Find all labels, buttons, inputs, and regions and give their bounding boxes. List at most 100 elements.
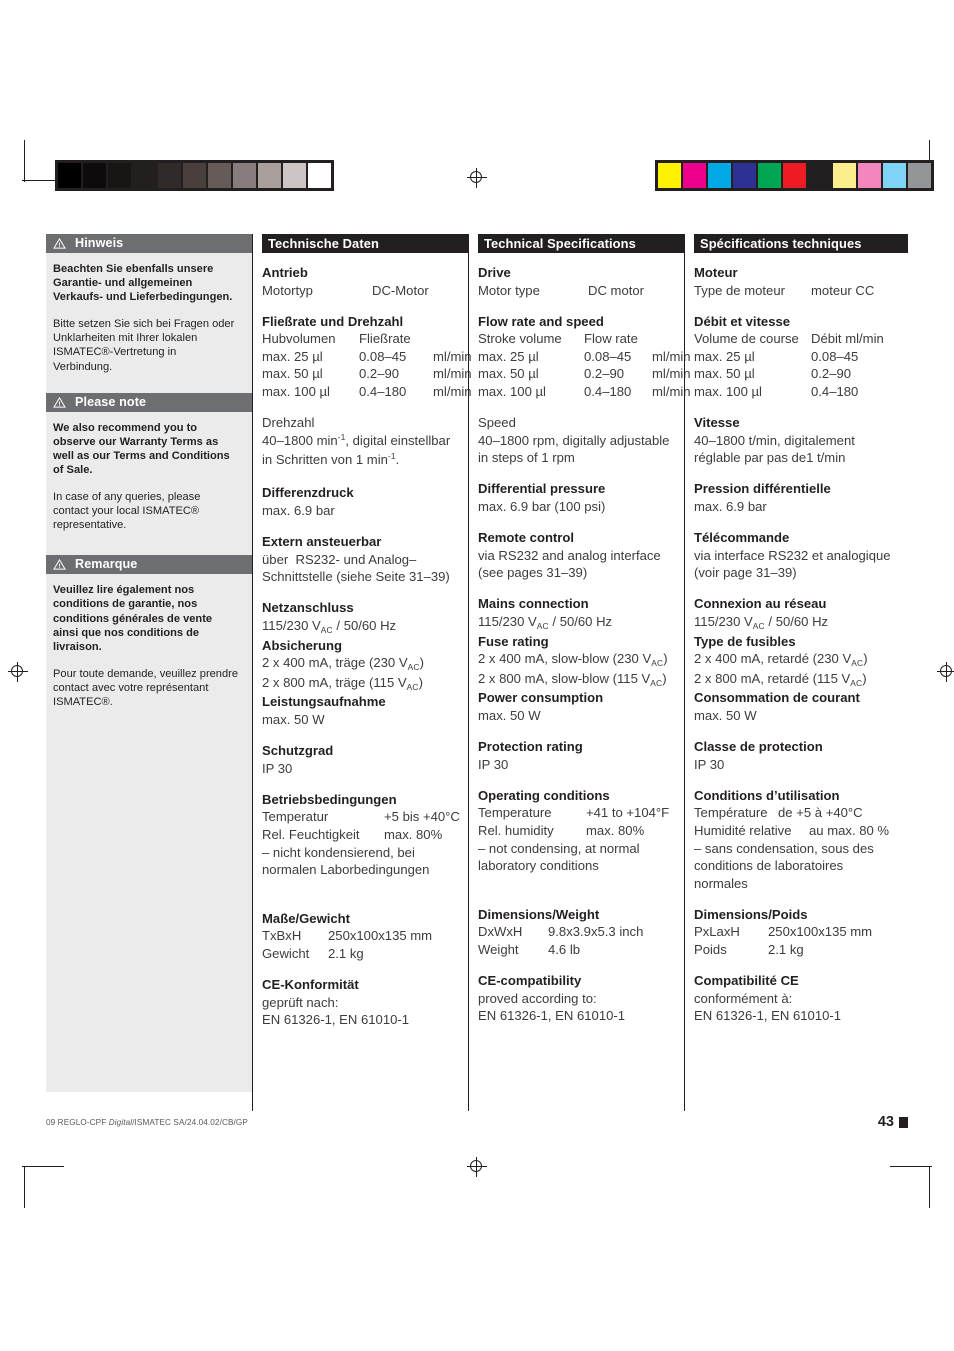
de-ce-line2: EN 61326-1, EN 61010-1 bbox=[262, 1012, 410, 1028]
fr-motor-type-row: Type de moteur moteur CC bbox=[694, 282, 908, 300]
fr-operating-line3: – sans condensation, sous des bbox=[694, 840, 874, 856]
registration-target-left bbox=[8, 662, 28, 682]
note-paragraph: Pour toute demande, veuillez prendre con… bbox=[53, 667, 239, 708]
de-operating-line4: normalen Laborbedingungen bbox=[262, 862, 430, 878]
fr-operating-line4: conditions de laboratoires bbox=[694, 858, 844, 874]
color-calibration-bar bbox=[655, 160, 934, 191]
en-drive-title: Drive bbox=[478, 265, 511, 280]
fr-motor-type-label: Type de moteur bbox=[694, 282, 785, 298]
crop-mark-bottom-left-vertical bbox=[24, 1166, 25, 1208]
warning-triangle-icon bbox=[53, 396, 66, 408]
de-temperature-label: Temperatur bbox=[262, 809, 329, 825]
note-title: Remarque bbox=[75, 557, 138, 572]
fr-operating-line5: normales bbox=[694, 875, 748, 891]
de-speed-title: Drehzahl bbox=[262, 415, 315, 431]
note-title: Please note bbox=[75, 394, 147, 409]
en-stroke-volume: max. 25 µl bbox=[478, 348, 539, 364]
color-swatch bbox=[708, 163, 731, 188]
en-mains-group: Mains connection 115/230 VAC / 50/60 Hz … bbox=[478, 595, 684, 724]
fr-mains-group: Connexion au réseau 115/230 VAC / 50/60 … bbox=[694, 595, 908, 724]
note-block: Please note We also recommend you to obse… bbox=[46, 392, 252, 533]
fr-weight-label: Poids bbox=[694, 942, 727, 957]
fr-dimensions-value: 250x100x135 mm bbox=[768, 924, 873, 940]
de-speed-line1: 40–1800 min-1, digital einstellbar bbox=[262, 431, 451, 448]
en-temperature-value: +41 to +104°F bbox=[586, 805, 670, 821]
en-dimensions-title: Dimensions/Weight bbox=[478, 906, 600, 922]
en-stroke-volume: max. 50 µl bbox=[478, 366, 539, 382]
greyscale-swatch bbox=[208, 163, 231, 188]
de-protection-group: Schutzgrad IP 30 bbox=[262, 742, 468, 777]
de-fuse-title: Absicherung bbox=[262, 637, 343, 653]
de-weight-label: Gewicht bbox=[262, 946, 310, 961]
fr-ce-line1: conformément à: bbox=[694, 990, 793, 1006]
de-stroke-volume: max. 100 µl bbox=[262, 384, 330, 400]
en-flow-group: Flow rate and speed Stroke volume Flow r… bbox=[478, 313, 691, 401]
de-drive-group: Antrieb Motortyp DC-Motor bbox=[262, 264, 468, 299]
note-paragraph: Bitte setzen Sie sich bei Fragen oder Un… bbox=[53, 318, 235, 373]
fr-remote-title: Télécommande bbox=[694, 530, 790, 546]
en-fuse-title: Fuse rating bbox=[478, 633, 549, 649]
en-ce-line1: proved according to: bbox=[478, 990, 597, 1006]
de-motor-type-label: Motortyp bbox=[262, 282, 313, 298]
de-flow-col1-header: Hubvolumen bbox=[262, 331, 336, 347]
fr-fuse-title: Type de fusibles bbox=[694, 633, 796, 649]
fr-weight-value: 2.1 kg bbox=[768, 942, 804, 957]
de-flow-title: Fließrate und Drehzahl bbox=[262, 313, 404, 329]
page-number: 43 bbox=[878, 1114, 908, 1130]
notes-column: Hinweis Beachten Sie ebenfalls unsere Gar… bbox=[46, 234, 252, 1092]
en-speed-title: Speed bbox=[478, 415, 516, 431]
fr-flow-col1-header: Volume de course bbox=[694, 331, 799, 347]
en-operating-line3: – not condensing, at normal bbox=[478, 840, 640, 856]
en-remote-line2: (see pages 31–39) bbox=[478, 565, 588, 581]
en-speed-line2: in steps of 1 rpm bbox=[478, 450, 575, 466]
de-ce-group: CE-Konformität geprüft nach: EN 61326-1,… bbox=[262, 976, 468, 1029]
english-specifications-column: Technical Specifications Drive Motor typ… bbox=[468, 234, 691, 1111]
fr-flow-row: max. 25 µl 0.08–45 bbox=[694, 348, 908, 366]
fr-pressure-value: max. 6.9 bar bbox=[694, 499, 767, 515]
en-flow-row: max. 100 µl 0.4–180 ml/min bbox=[478, 383, 691, 401]
de-pressure-title: Differenzdruck bbox=[262, 485, 354, 501]
fr-humidity-label: Humidité relative bbox=[694, 822, 792, 838]
color-swatch bbox=[808, 163, 831, 188]
color-swatch bbox=[683, 163, 706, 188]
fr-fuse1-ac-subscript: AC bbox=[851, 658, 864, 669]
color-swatch bbox=[783, 163, 806, 188]
crop-mark-bottom-right-horizontal bbox=[890, 1166, 932, 1167]
greyscale-swatch bbox=[108, 163, 131, 188]
fr-remote-group: Télécommande via interface RS232 et anal… bbox=[694, 529, 908, 582]
en-remote-title: Remote control bbox=[478, 530, 575, 546]
de-protection-value: IP 30 bbox=[262, 760, 293, 776]
note-title: Hinweis bbox=[75, 236, 124, 250]
de-ce-line1: geprüft nach: bbox=[262, 994, 339, 1010]
note-body: Beachten Sie ebenfalls unsere Garantie- … bbox=[46, 253, 252, 374]
en-weight-row: Weight 4.6 lb bbox=[478, 941, 684, 959]
crop-mark-bottom-right-vertical bbox=[929, 1166, 930, 1208]
french-column-header: Spécifications techniques bbox=[694, 234, 908, 253]
page-marker-icon bbox=[899, 1116, 908, 1128]
fr-flow-rate-value: 0.2–90 bbox=[811, 366, 852, 382]
de-speed-exponent: -1 bbox=[337, 431, 346, 442]
en-stroke-volume: max. 100 µl bbox=[478, 384, 546, 400]
greyscale-calibration-bar bbox=[55, 160, 334, 191]
color-swatch bbox=[833, 163, 856, 188]
color-swatch bbox=[908, 163, 931, 188]
fr-protection-group: Classe de protection IP 30 bbox=[694, 738, 908, 773]
de-ce-title: CE-Konformität bbox=[262, 977, 359, 993]
de-flow-rate-unit: ml/min bbox=[433, 384, 472, 400]
en-ce-line2: EN 61326-1, EN 61010-1 bbox=[478, 1008, 626, 1024]
fr-humidity-row: Humidité relative au max. 80 % bbox=[694, 822, 908, 840]
fr-temperature-label: Température bbox=[694, 805, 768, 821]
fr-motor-type-value: moteur CC bbox=[811, 282, 875, 298]
en-fuse2-ac-subscript: AC bbox=[650, 677, 663, 688]
en-ce-group: CE-compatibility proved according to: EN… bbox=[478, 972, 684, 1025]
en-protection-title: Protection rating bbox=[478, 739, 583, 755]
en-flow-rate-value: 0.2–90 bbox=[584, 366, 625, 382]
fr-operating-title: Conditions d’utilisation bbox=[694, 787, 840, 803]
en-fuse1-ac-subscript: AC bbox=[651, 658, 664, 669]
en-fuse-line1: 2 x 400 mA, slow-blow (230 VAC) bbox=[478, 651, 668, 669]
de-dimensions-row: TxBxH 250x100x135 mm bbox=[262, 927, 468, 945]
fr-power-title: Consommation de courant bbox=[694, 690, 860, 706]
warning-triangle-icon bbox=[53, 238, 66, 249]
fr-power-value: max. 50 W bbox=[694, 707, 757, 723]
de-flow-row: max. 100 µl 0.4–180 ml/min bbox=[262, 383, 472, 401]
